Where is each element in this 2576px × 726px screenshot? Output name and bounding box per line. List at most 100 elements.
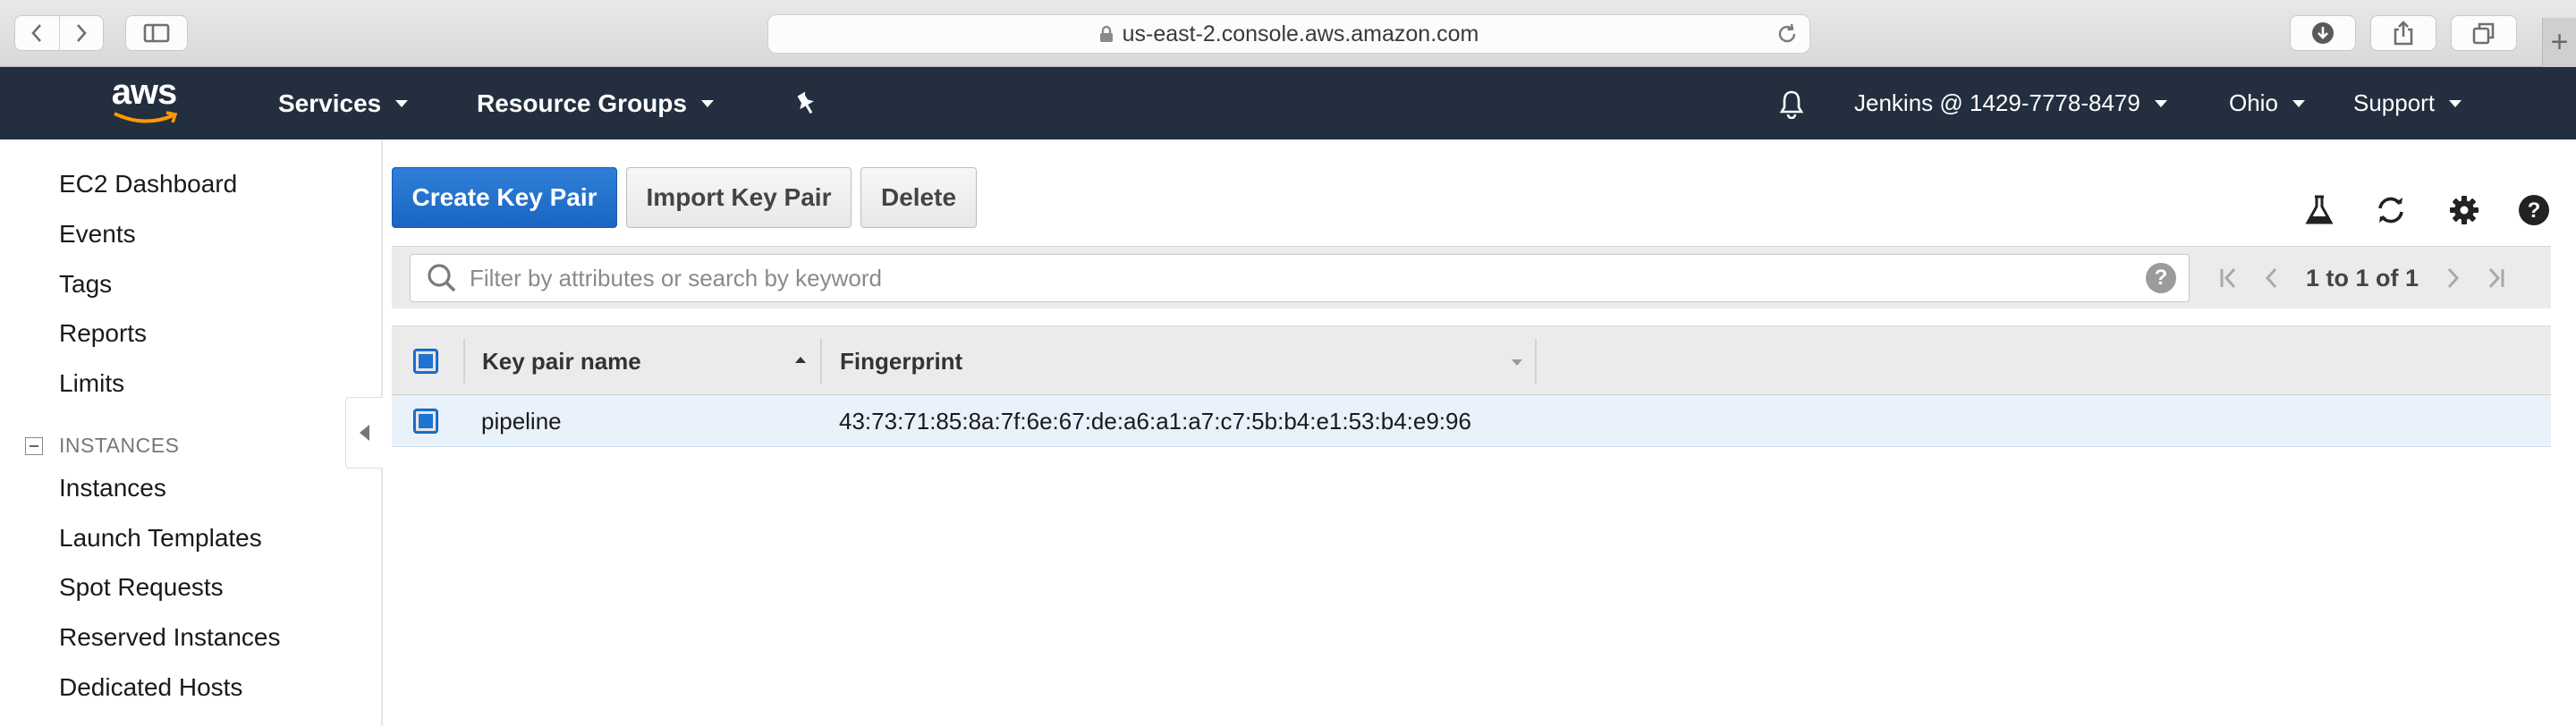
account-menu[interactable]: Jenkins @ 1429-7778-8479 [1854,67,2167,139]
section-label: INSTANCES [59,434,180,457]
table-header: Key pair name Fingerprint [392,325,2551,395]
aws-logo[interactable]: aws [106,74,182,128]
caret-left-icon [360,425,369,441]
first-page-icon [2220,267,2236,289]
resource-groups-menu[interactable]: Resource Groups [477,67,714,139]
filter-bar: ? 1 to 1 of 1 [392,246,2551,308]
share-icon [2394,21,2413,46]
sidebar-section-instances[interactable]: INSTANCES [25,434,179,458]
resource-groups-label: Resource Groups [477,89,687,117]
create-key-pair-button[interactable]: Create Key Pair [392,167,617,228]
select-all-checkbox[interactable] [413,349,438,374]
key-pair-name-cell: pipeline [481,407,562,435]
new-tab-button[interactable]: + [2542,18,2576,67]
browser-toolbar: us-east-2.console.aws.amazon.com + [0,0,2576,67]
chevron-down-icon [2292,99,2305,107]
sidebar-item-tags[interactable]: Tags [59,270,112,299]
chevron-left-icon [2265,267,2277,289]
sort-ascending-icon[interactable] [793,354,808,365]
download-icon [2312,22,2334,44]
first-page-button[interactable] [2207,265,2250,291]
sidebar-item-events[interactable]: Events [59,220,136,249]
sidebar-toggle-button[interactable] [125,15,188,51]
support-menu[interactable]: Support [2353,67,2462,139]
last-page-button[interactable] [2474,265,2517,291]
aws-top-nav: aws Services Resource Groups Jenkins @ 1… [0,67,2576,139]
column-header-key-pair-name[interactable]: Key pair name [482,326,641,396]
plus-icon: + [2550,25,2569,59]
back-button[interactable] [15,16,59,50]
notifications-button[interactable] [1778,67,1805,139]
pin-icon [797,91,814,114]
row-checkbox[interactable] [413,409,438,434]
sidebar-item-instances[interactable]: Instances [59,474,166,502]
support-label: Support [2353,89,2436,116]
chevron-right-icon [2447,267,2460,289]
gear-icon [2450,196,2479,224]
url-text: us-east-2.console.aws.amazon.com [1122,21,1479,46]
pagination-range: 1 to 1 of 1 [2306,264,2419,291]
pagination: 1 to 1 of 1 [2207,247,2517,309]
sidebar-item-dedicated-hosts[interactable]: Dedicated Hosts [59,673,242,702]
chevron-down-icon [700,99,714,107]
forward-button[interactable] [59,16,103,50]
sort-indicator-icon[interactable] [1510,357,1524,367]
search-icon [428,264,456,292]
region-label: Ohio [2229,89,2278,116]
key-pairs-table: Key pair name Fingerprint pipeline 43:73… [392,325,2551,447]
chevron-down-icon [2449,99,2462,107]
sidebar-item-ec2-dashboard[interactable]: EC2 Dashboard [59,170,237,198]
services-menu[interactable]: Services [278,67,409,139]
last-page-icon [2488,267,2504,289]
sidebar-item-limits[interactable]: Limits [59,369,124,398]
tabs-icon [2472,22,2495,45]
svg-text:?: ? [2528,198,2541,223]
aws-smile-icon [114,111,178,123]
sidebar-item-reserved-instances[interactable]: Reserved Instances [59,623,280,652]
region-menu[interactable]: Ohio [2229,67,2305,139]
aws-logo-text: aws [111,72,178,112]
import-key-pair-button[interactable]: Import Key Pair [626,167,852,228]
previous-page-button[interactable] [2250,265,2293,291]
chevron-left-icon [31,24,42,42]
refresh-icon [2378,197,2403,224]
lock-icon [1099,25,1113,42]
column-label: Fingerprint [840,347,963,375]
table-row[interactable]: pipeline 43:73:71:85:8a:7f:6e:67:de:a6:a… [392,395,2551,447]
chevron-down-icon [395,99,409,107]
account-label: Jenkins @ 1429-7778-8479 [1854,89,2140,116]
delete-button[interactable]: Delete [860,167,977,228]
downloads-button[interactable] [2290,15,2356,51]
reload-icon[interactable] [1775,22,1799,46]
services-label: Services [278,89,382,117]
sidebar-icon [143,23,170,43]
column-label: Key pair name [482,347,641,375]
fingerprint-cell: 43:73:71:85:8a:7f:6e:67:de:a6:a1:a7:c7:5… [839,407,1471,435]
search-box: ? [410,254,2190,302]
sidebar-item-spot-requests[interactable]: Spot Requests [59,573,224,602]
flask-button[interactable] [2302,193,2336,232]
search-input[interactable] [461,264,2146,292]
refresh-button[interactable] [2374,193,2408,232]
address-bar[interactable]: us-east-2.console.aws.amazon.com [767,14,1810,54]
history-nav [14,15,104,51]
ec2-sidebar: EC2 Dashboard Events Tags Reports Limits… [0,139,383,726]
sidebar-item-reports[interactable]: Reports [59,319,147,348]
column-header-fingerprint[interactable]: Fingerprint [840,326,962,396]
chevron-down-icon [2154,99,2167,107]
collapse-icon [25,436,43,455]
bell-icon [1779,90,1804,119]
row-checkbox-cell [413,395,438,447]
search-help-icon[interactable]: ? [2146,263,2176,293]
flask-icon [2305,195,2334,224]
help-button[interactable]: ? [2517,193,2551,232]
help-icon: ? [2519,195,2549,225]
select-all-checkbox-cell [413,326,438,396]
pin-button[interactable] [794,67,818,139]
settings-button[interactable] [2447,193,2481,232]
share-button[interactable] [2370,15,2436,51]
sidebar-item-launch-templates[interactable]: Launch Templates [59,524,262,553]
sidebar-collapse-button[interactable] [345,397,383,469]
next-page-button[interactable] [2431,265,2474,291]
tabs-button[interactable] [2451,15,2517,51]
